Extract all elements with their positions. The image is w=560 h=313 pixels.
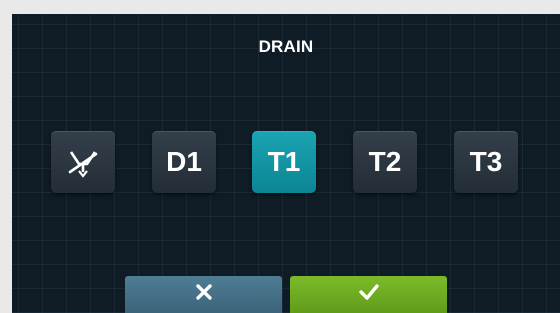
option-label: T3: [469, 146, 503, 177]
close-icon: [195, 284, 212, 300]
drain-option-t3[interactable]: T3: [454, 131, 518, 193]
option-label: T2: [368, 146, 402, 177]
drain-option-t1[interactable]: T1: [252, 131, 316, 193]
confirm-button[interactable]: [290, 276, 447, 313]
cancel-button[interactable]: [125, 276, 282, 313]
option-label: D1: [166, 146, 202, 177]
check-icon: [358, 284, 379, 300]
drain-option-d1[interactable]: D1: [152, 131, 216, 193]
drain-option-t2[interactable]: T2: [353, 131, 417, 193]
page-title: DRAIN: [258, 37, 314, 56]
drain-screen: DRAIN D1 T1 T2 T3: [12, 14, 560, 313]
drain-valve-icon: [68, 151, 98, 178]
drain-option-icon-button[interactable]: [51, 131, 115, 193]
option-label: T1: [267, 146, 301, 177]
